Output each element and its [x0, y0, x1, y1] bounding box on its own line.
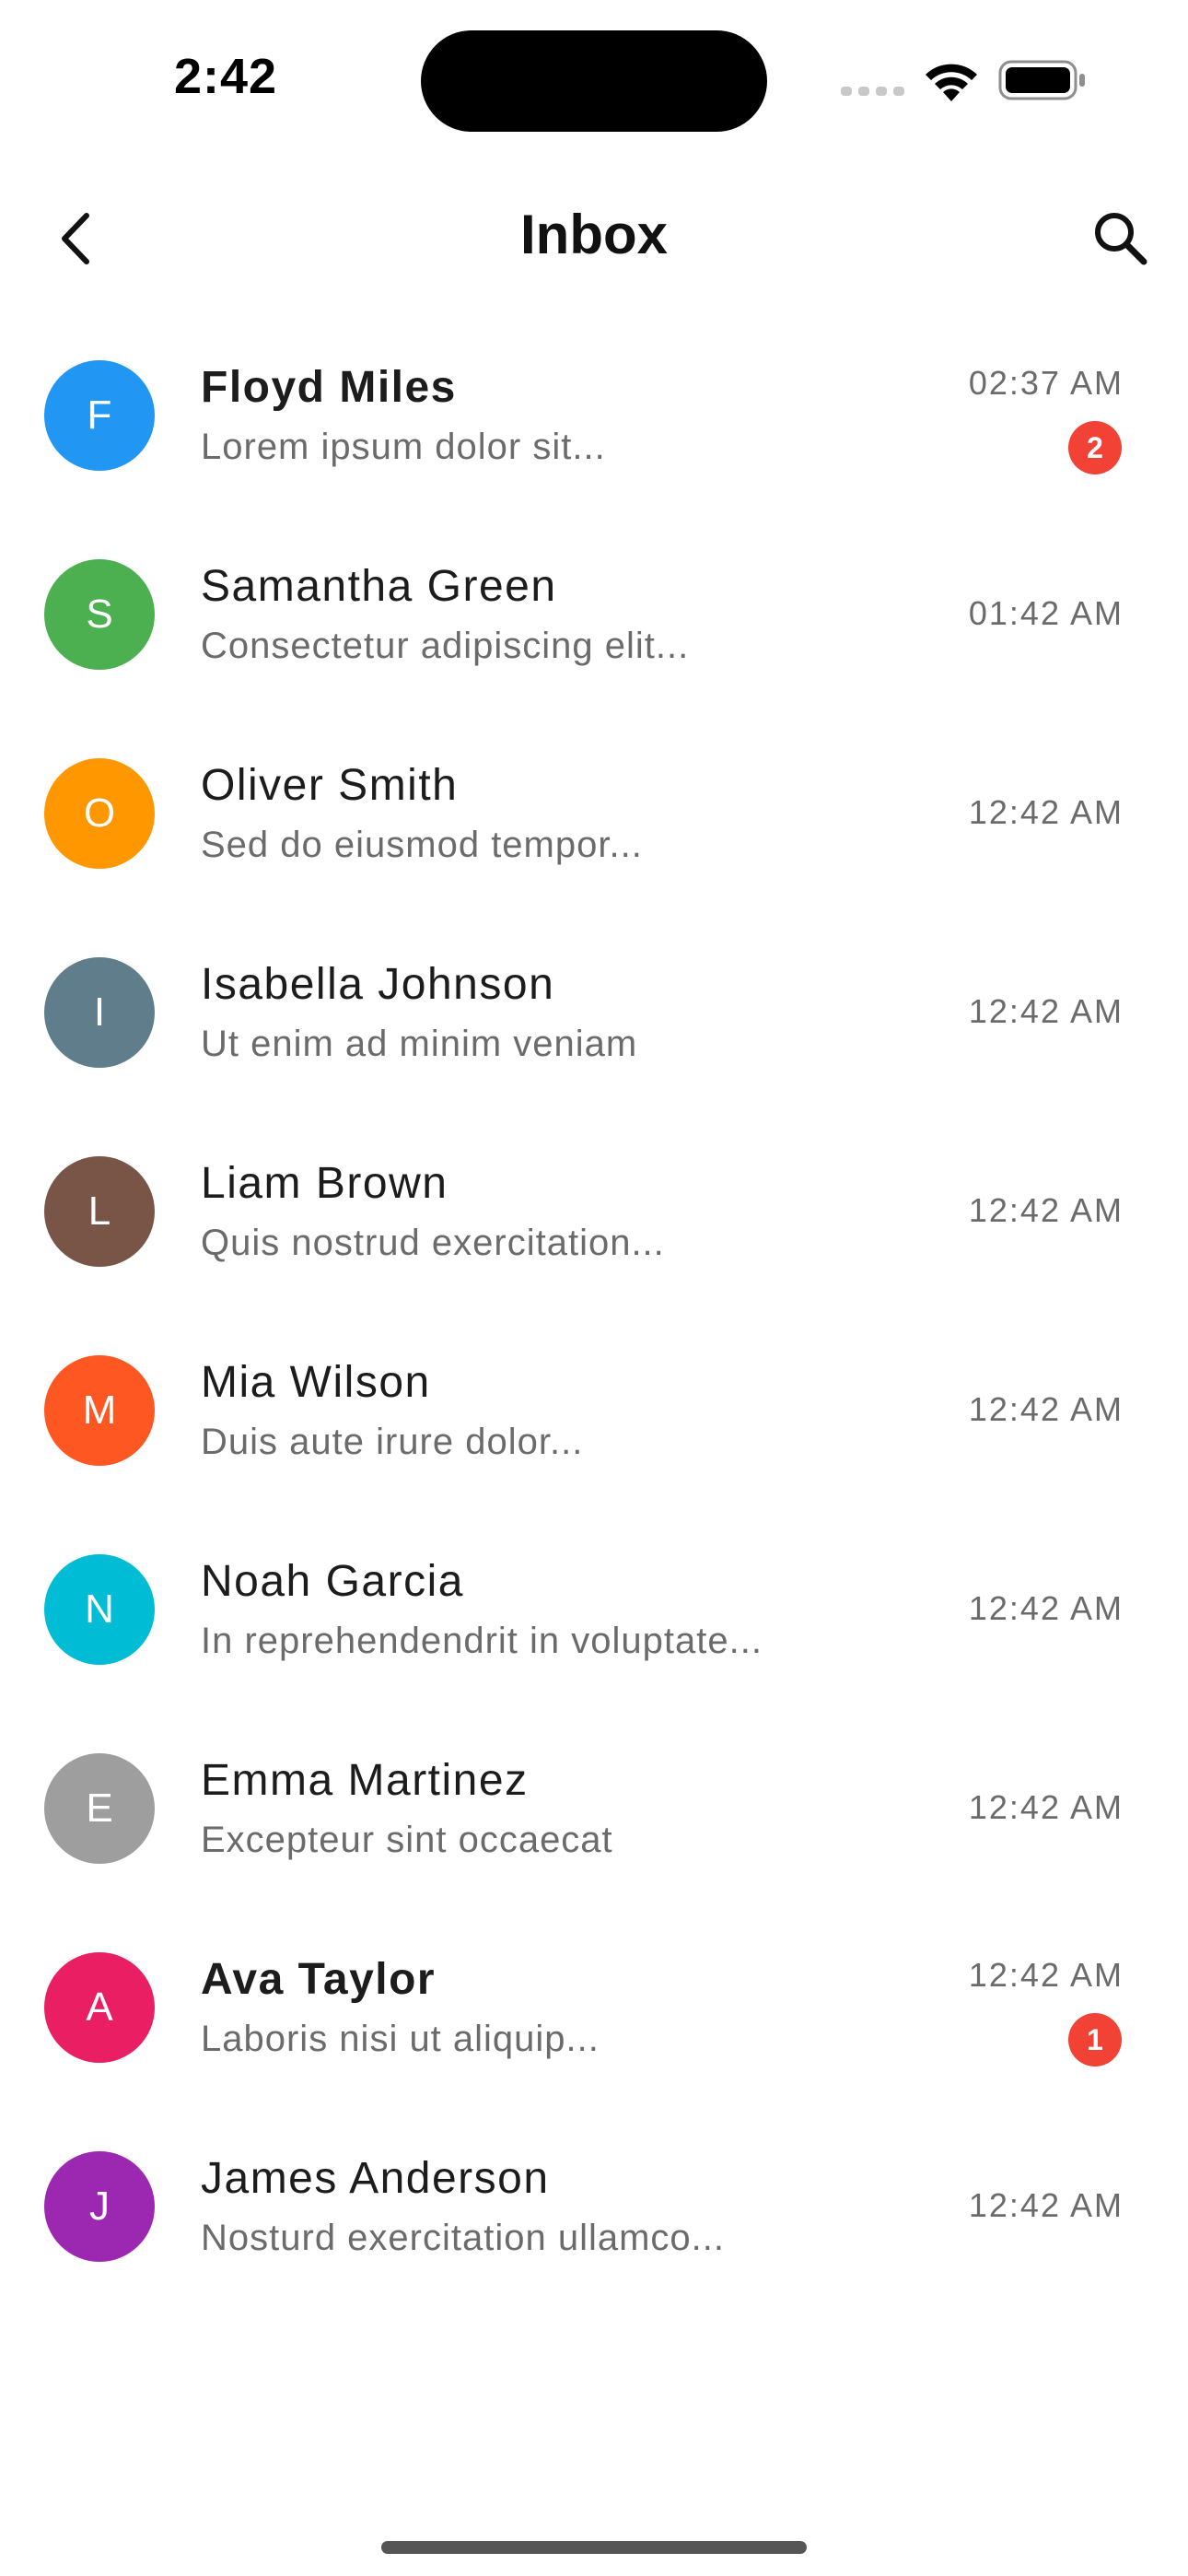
status-time: 2:42 [173, 49, 278, 104]
chevron-left-icon [62, 213, 89, 264]
avatar: A [44, 1952, 155, 2063]
avatar: L [44, 1156, 155, 1267]
page-title: Inbox [520, 204, 668, 265]
unread-count-badge: 2 [1068, 421, 1122, 474]
sender-name: James Anderson [201, 2154, 550, 2203]
unread-count-badge: 1 [1068, 2013, 1122, 2067]
sender-name: Mia Wilson [201, 1358, 431, 1407]
message-item-8[interactable]: E Emma Martinez Excepteur sint occaecat … [0, 1709, 1188, 1908]
avatar: I [44, 957, 155, 1068]
message-timestamp: 12:42 AM [968, 1390, 1124, 1428]
sender-name: Ava Taylor [201, 1955, 437, 2004]
avatar-initial: E [86, 1786, 113, 1831]
message-timestamp: 12:42 AM [968, 1191, 1124, 1229]
avatar: N [44, 1554, 155, 1665]
sender-name: Isabella Johnson [201, 960, 555, 1009]
avatar-initial: I [93, 989, 106, 1035]
sender-name: Emma Martinez [201, 1756, 529, 1805]
message-preview: Sed do eiusmod tempor... [201, 825, 643, 865]
avatar-initial: F [87, 392, 112, 438]
avatar: E [44, 1753, 155, 1864]
message-item-3[interactable]: O Oliver Smith Sed do eiusmod tempor... … [0, 714, 1188, 913]
message-item-2[interactable]: S Samantha Green Consectetur adipiscing … [0, 515, 1188, 714]
status-bar: 2:42 [0, 0, 1188, 147]
message-preview: Excepteur sint occaecat [201, 1820, 613, 1860]
message-timestamp: 12:42 AM [968, 992, 1124, 1030]
avatar-initial: J [89, 2184, 110, 2229]
message-preview: In reprehendendrit in voluptate... [201, 1621, 763, 1661]
message-timestamp: 01:42 AM [968, 594, 1124, 632]
avatar: F [44, 360, 155, 471]
avatar-initial: L [87, 1188, 111, 1234]
home-indicator [381, 2541, 807, 2554]
message-item-4[interactable]: I Isabella Johnson Ut enim ad minim veni… [0, 913, 1188, 1112]
search-icon [1095, 213, 1147, 265]
avatar-initial: N [85, 1587, 114, 1632]
message-preview: Nosturd exercitation ullamco... [201, 2218, 726, 2258]
avatar: J [44, 2151, 155, 2262]
sender-name: Samantha Green [201, 562, 557, 611]
sender-name: Floyd Miles [201, 363, 457, 412]
sender-name: Oliver Smith [201, 761, 459, 810]
avatar: O [44, 758, 155, 869]
message-timestamp: 12:42 AM [968, 1956, 1124, 1994]
message-preview: Laboris nisi ut aliquip... [201, 2019, 600, 2059]
message-item-10[interactable]: J James Anderson Nosturd exercitation ul… [0, 2107, 1188, 2306]
message-item-5[interactable]: L Liam Brown Quis nostrud exercitation..… [0, 1112, 1188, 1311]
wifi-icon [926, 64, 977, 101]
message-item-6[interactable]: M Mia Wilson Duis aute irure dolor... 12… [0, 1311, 1188, 1510]
message-list: F Floyd Miles Lorem ipsum dolor sit... 0… [0, 316, 1188, 2306]
message-item-1[interactable]: F Floyd Miles Lorem ipsum dolor sit... 0… [0, 316, 1188, 515]
sender-name: Liam Brown [201, 1159, 448, 1208]
nav-header: Inbox [0, 184, 1188, 295]
avatar-initial: S [86, 591, 113, 637]
signal-icon [841, 87, 904, 96]
message-timestamp: 12:42 AM [968, 793, 1124, 831]
message-timestamp: 02:37 AM [968, 364, 1124, 402]
sender-name: Noah Garcia [201, 1557, 464, 1606]
message-preview: Quis nostrud exercitation... [201, 1223, 665, 1263]
back-button[interactable] [46, 206, 111, 271]
avatar-initial: M [82, 1388, 117, 1433]
dynamic-island [421, 30, 767, 132]
message-item-9[interactable]: A Ava Taylor Laboris nisi ut aliquip... … [0, 1908, 1188, 2107]
message-preview: Duis aute irure dolor... [201, 1422, 584, 1462]
message-item-7[interactable]: N Noah Garcia In reprehendendrit in volu… [0, 1510, 1188, 1709]
message-preview: Consectetur adipiscing elit... [201, 626, 690, 666]
battery-icon [998, 60, 1085, 100]
message-timestamp: 12:42 AM [968, 1788, 1124, 1826]
message-timestamp: 12:42 AM [968, 2186, 1124, 2224]
message-preview: Lorem ipsum dolor sit... [201, 427, 606, 467]
message-timestamp: 12:42 AM [968, 1589, 1124, 1627]
avatar-initial: O [83, 790, 116, 836]
avatar-initial: A [86, 1985, 113, 2030]
message-preview: Ut enim ad minim veniam [201, 1024, 638, 1064]
avatar: S [44, 559, 155, 670]
avatar: M [44, 1355, 155, 1466]
search-button[interactable] [1089, 206, 1153, 271]
